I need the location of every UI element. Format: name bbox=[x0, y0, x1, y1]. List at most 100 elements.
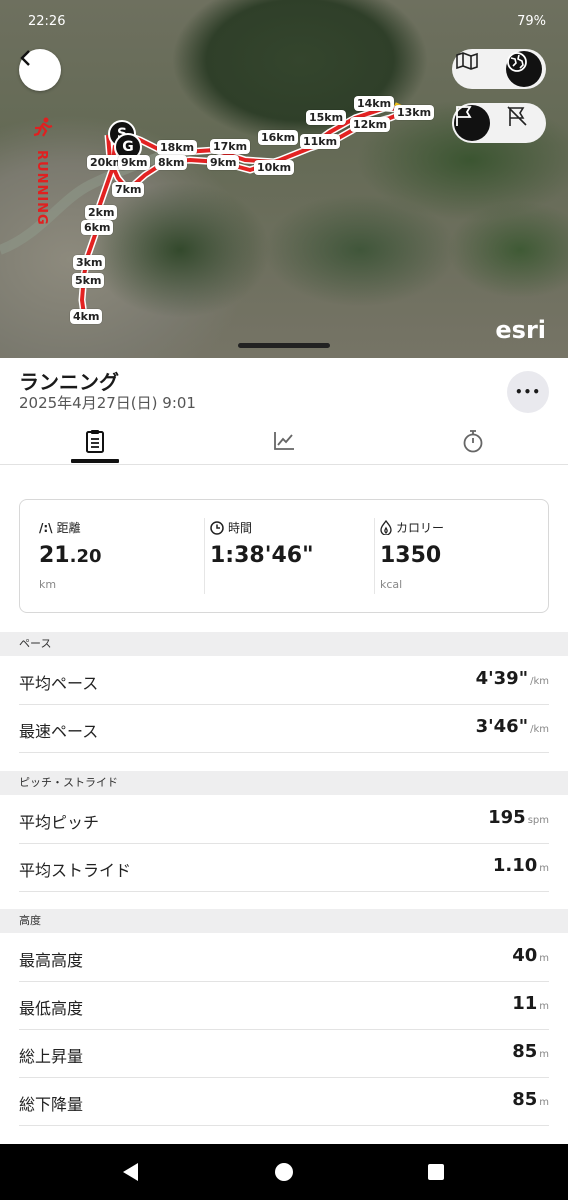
row-label: 総上昇量 bbox=[19, 1047, 84, 1066]
row-unit: m bbox=[539, 1097, 549, 1108]
km-marker: 7km bbox=[112, 182, 145, 197]
flag-off-icon[interactable] bbox=[506, 105, 542, 141]
calories-value: 1350 bbox=[380, 543, 442, 568]
row-label: 最速ペース bbox=[19, 722, 99, 741]
row-value: 195 bbox=[488, 807, 526, 828]
distance-label: 距離 bbox=[56, 521, 81, 535]
distance-unit: km bbox=[39, 578, 57, 591]
tab-bar bbox=[0, 418, 568, 465]
row-value: 11 bbox=[512, 993, 538, 1014]
row-value: 40 bbox=[512, 945, 538, 966]
more-options-button[interactable]: ••• bbox=[507, 371, 549, 413]
page-title: ランニング bbox=[19, 370, 119, 394]
clipboard-icon bbox=[86, 430, 104, 453]
km-marker: 17km bbox=[210, 139, 251, 154]
sheet-drag-handle[interactable] bbox=[238, 343, 330, 348]
status-battery: 79% bbox=[517, 14, 546, 29]
time-stat: 時間 1:38'46" bbox=[210, 500, 380, 612]
row-value: 3'46" bbox=[475, 716, 529, 737]
map-icon[interactable] bbox=[456, 51, 492, 87]
tab-graph[interactable] bbox=[260, 418, 308, 464]
km-marker: 8km bbox=[155, 155, 188, 170]
flag-toggle[interactable] bbox=[452, 103, 546, 143]
recents-square-icon[interactable] bbox=[422, 1158, 450, 1186]
back-triangle-icon[interactable] bbox=[116, 1158, 144, 1186]
activity-label: RUNNING bbox=[34, 150, 49, 226]
section-header-elevation: 高度 bbox=[0, 909, 568, 933]
distance-value-dec: .20 bbox=[69, 546, 102, 567]
stat-row-avg-pitch: 平均ピッチ 195 spm bbox=[19, 795, 549, 844]
section-header-pitch: ピッチ・ストライド bbox=[0, 771, 568, 795]
km-marker: 18km bbox=[157, 140, 198, 155]
stat-row-total-descent: 総下降量 85 m bbox=[19, 1077, 549, 1126]
flame-icon bbox=[380, 520, 392, 535]
km-marker: 2km bbox=[85, 205, 118, 220]
km-marker: 13km bbox=[394, 105, 435, 120]
stat-row-min-elevation: 最低高度 11 m bbox=[19, 981, 549, 1030]
stat-row-avg-pace: 平均ペース 4'39"/km bbox=[19, 656, 549, 705]
km-marker: 3km bbox=[73, 255, 106, 270]
section-header-pace: ペース bbox=[0, 632, 568, 656]
tab-selected-indicator bbox=[71, 459, 119, 463]
map-type-toggle[interactable] bbox=[452, 49, 546, 89]
km-marker: 4km bbox=[70, 309, 103, 324]
row-value: 4'39" bbox=[475, 668, 529, 689]
summary-card: /:\ 距離 21.20 km 時間 1:38'46" カロリー 1350 kca… bbox=[19, 499, 549, 613]
row-label: 平均ストライド bbox=[19, 861, 132, 880]
time-value: 1:38'46" bbox=[210, 543, 314, 568]
km-marker: 9km bbox=[207, 155, 240, 170]
activity-datetime: 2025年4月27日(日) 9:01 bbox=[19, 394, 196, 412]
tab-laps[interactable] bbox=[449, 418, 497, 464]
km-marker: 14km bbox=[354, 96, 395, 111]
row-value: 85 bbox=[512, 1089, 538, 1110]
distance-stat: /:\ 距離 21.20 km bbox=[39, 500, 209, 612]
km-marker: 12km bbox=[350, 117, 391, 132]
flag-icon[interactable] bbox=[454, 105, 490, 141]
globe-icon[interactable] bbox=[506, 51, 542, 87]
calories-label: カロリー bbox=[396, 521, 445, 535]
stopwatch-icon bbox=[463, 430, 483, 453]
km-marker: 10km bbox=[254, 160, 295, 175]
row-value: 1.10 bbox=[492, 855, 538, 876]
route-map[interactable]: 22:26 79% RUNNING S G 20km 9km 18km 8km … bbox=[0, 0, 568, 358]
chevron-left-icon bbox=[20, 50, 30, 66]
calories-unit: kcal bbox=[380, 578, 403, 591]
km-marker: 5km bbox=[72, 273, 105, 288]
row-unit: /km bbox=[530, 724, 549, 735]
km-marker: 6km bbox=[81, 220, 114, 235]
row-value: 85 bbox=[512, 1041, 538, 1062]
row-unit: /km bbox=[530, 676, 549, 687]
stat-row-best-pace: 最速ペース 3'46"/km bbox=[19, 704, 549, 753]
row-label: 総下降量 bbox=[19, 1095, 84, 1114]
esri-watermark: esri bbox=[495, 316, 546, 344]
km-marker: 16km bbox=[258, 130, 299, 145]
divider bbox=[374, 518, 375, 594]
row-label: 最低高度 bbox=[19, 999, 84, 1018]
status-time: 22:26 bbox=[28, 14, 66, 29]
row-unit: spm bbox=[527, 815, 549, 826]
time-label: 時間 bbox=[228, 521, 253, 535]
back-button[interactable] bbox=[19, 49, 61, 91]
stat-row-total-ascent: 総上昇量 85 m bbox=[19, 1029, 549, 1078]
row-label: 平均ペース bbox=[19, 674, 99, 693]
calories-stat: カロリー 1350 kcal bbox=[380, 500, 540, 612]
tab-summary[interactable] bbox=[71, 418, 119, 464]
system-nav-bar bbox=[0, 1144, 568, 1200]
row-unit: m bbox=[539, 863, 549, 874]
row-label: 平均ピッチ bbox=[19, 813, 100, 832]
more-icon: ••• bbox=[514, 385, 541, 399]
row-unit: m bbox=[539, 953, 549, 964]
km-marker: 9km bbox=[118, 155, 151, 170]
distance-icon: /:\ bbox=[39, 520, 53, 535]
divider bbox=[204, 518, 205, 594]
km-marker: 11km bbox=[300, 134, 341, 149]
stat-row-avg-stride: 平均ストライド 1.10 m bbox=[19, 843, 549, 892]
home-circle-icon[interactable] bbox=[270, 1158, 298, 1186]
row-unit: m bbox=[539, 1001, 549, 1012]
stat-row-max-elevation: 最高高度 40 m bbox=[19, 933, 549, 982]
km-marker: 15km bbox=[306, 110, 347, 125]
clock-icon bbox=[210, 520, 224, 535]
distance-value-int: 21 bbox=[39, 543, 70, 568]
chart-icon bbox=[274, 432, 294, 450]
row-label: 最高高度 bbox=[19, 951, 84, 970]
